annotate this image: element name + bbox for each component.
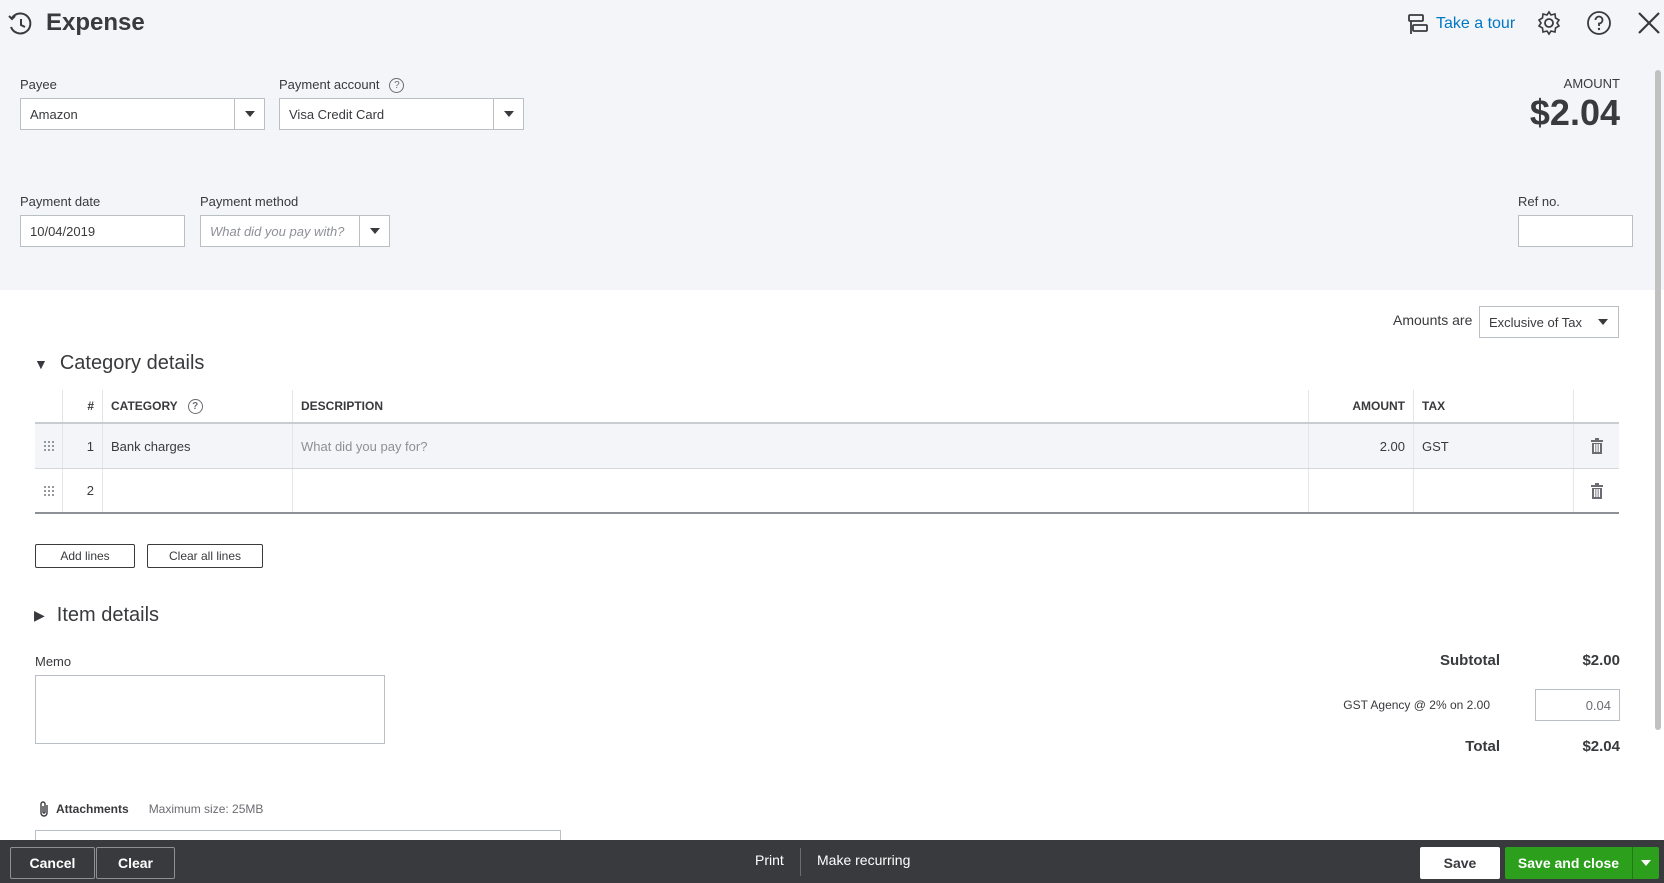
help-icon[interactable] (1586, 10, 1612, 36)
take-a-tour-link[interactable]: Take a tour (1406, 12, 1515, 36)
chevron-down-icon[interactable] (493, 99, 523, 129)
drag-header (35, 390, 63, 422)
category-details-toggle[interactable]: ▼ Category details (34, 352, 204, 375)
row-description[interactable] (293, 469, 1309, 512)
chevron-down-icon[interactable] (359, 216, 389, 246)
row-tax[interactable]: GST (1414, 424, 1574, 468)
col-description-header: DESCRIPTION (293, 390, 1309, 422)
table-header: # CATEGORY? DESCRIPTION AMOUNT TAX (35, 390, 1619, 424)
payment-date-label: Payment date (20, 194, 101, 209)
caret-down-icon: ▼ (34, 355, 48, 372)
tax-amount-field[interactable]: 0.04 (1535, 689, 1620, 721)
row-description[interactable]: What did you pay for? (293, 424, 1309, 468)
col-amount-header: AMOUNT (1309, 390, 1414, 422)
amounts-are-label: Amounts are (1393, 312, 1473, 328)
row-number: 2 (63, 469, 103, 512)
gear-icon[interactable] (1536, 10, 1562, 36)
payment-method-placeholder: What did you pay with? (210, 223, 345, 239)
history-icon (8, 12, 32, 35)
col-delete-header (1574, 390, 1619, 422)
row-category[interactable] (103, 469, 293, 512)
category-details-title: Category details (59, 352, 205, 374)
save-button[interactable]: Save (1420, 847, 1500, 879)
attachments-label: Attachments (56, 802, 129, 816)
footer-divider (800, 848, 801, 876)
attachments-max-size: Maximum size: 25MB (148, 802, 264, 816)
attachment-dropzone[interactable] (35, 830, 561, 840)
col-tax-header: TAX (1414, 390, 1574, 422)
trash-icon[interactable] (1574, 469, 1619, 512)
payment-account-value: Visa Credit Card (289, 106, 385, 122)
help-icon[interactable]: ? (187, 398, 203, 414)
amounts-are-select[interactable]: Exclusive of Tax (1479, 306, 1619, 338)
payment-account-label: Payment account? (279, 77, 405, 94)
row-number: 1 (63, 424, 103, 468)
subtotal-value: $2.00 (1582, 652, 1620, 669)
clear-all-lines-button[interactable]: Clear all lines (147, 544, 263, 568)
make-recurring-link[interactable]: Make recurring (817, 852, 910, 868)
col-num-header: # (63, 390, 103, 422)
row-amount[interactable]: 2.00 (1309, 424, 1414, 468)
col-category-header: CATEGORY? (103, 390, 293, 422)
clear-button[interactable]: Clear (96, 847, 175, 879)
row-tax[interactable] (1414, 469, 1574, 512)
payment-account-label-text: Payment account (279, 77, 380, 92)
row-amount[interactable] (1309, 469, 1414, 512)
payment-method-select[interactable]: What did you pay with? (200, 215, 390, 247)
row-category[interactable]: Bank charges (103, 424, 293, 468)
print-link[interactable]: Print (755, 852, 784, 868)
header-panel: Expense Take a tour Payee Amazon Payment… (0, 0, 1664, 290)
scrollbar[interactable] (1655, 70, 1661, 730)
amount-value: $2.04 (1529, 92, 1620, 133)
footer-bar: Cancel Clear Print Make recurring Save S… (0, 840, 1664, 883)
paperclip-icon (40, 801, 48, 817)
table-row[interactable]: 1 Bank charges What did you pay for? 2.0… (35, 424, 1619, 469)
cancel-button[interactable]: Cancel (10, 847, 95, 879)
caret-right-icon: ▶ (34, 607, 45, 623)
chevron-down-icon[interactable] (234, 99, 264, 129)
payment-method-label: Payment method (200, 194, 299, 209)
drag-handle-icon[interactable] (35, 424, 63, 468)
chevron-down-icon[interactable] (1588, 307, 1618, 337)
total-value: $2.04 (1582, 738, 1620, 755)
item-details-title: Item details (56, 604, 160, 626)
amount-label: AMOUNT (1563, 76, 1620, 91)
item-details-toggle[interactable]: ▶ Item details (34, 604, 159, 627)
attachments-row: Attachments Maximum size: 25MB (38, 800, 263, 818)
ref-no-label: Ref no. (1518, 194, 1560, 209)
tour-icon (1408, 14, 1428, 34)
total-row: Total $2.04 (1465, 738, 1620, 755)
payee-value: Amazon (30, 106, 78, 122)
memo-field[interactable] (35, 675, 385, 744)
payee-label: Payee (20, 77, 57, 92)
add-lines-button[interactable]: Add lines (35, 544, 135, 568)
help-icon[interactable]: ? (389, 78, 405, 94)
chevron-down-icon[interactable] (1633, 847, 1659, 879)
total-label: Total (1465, 738, 1500, 755)
take-a-tour-label: Take a tour (1436, 15, 1516, 32)
payee-select[interactable]: Amazon (20, 98, 265, 130)
memo-label: Memo (35, 654, 72, 669)
subtotal-label: Subtotal (1440, 652, 1500, 669)
tax-label: GST Agency @ 2% on 2.00 (1343, 698, 1490, 712)
save-and-close-button[interactable]: Save and close (1505, 847, 1659, 879)
drag-handle-icon[interactable] (35, 469, 63, 512)
tax-row: GST Agency @ 2% on 2.00 0.04 (1343, 689, 1620, 721)
col-category-label: CATEGORY (111, 399, 178, 413)
amounts-are-value: Exclusive of Tax (1489, 314, 1582, 330)
table-row[interactable]: 2 (35, 469, 1619, 514)
subtotal-row: Subtotal $2.00 (1440, 652, 1620, 669)
payment-account-select[interactable]: Visa Credit Card (279, 98, 524, 130)
close-icon[interactable] (1636, 10, 1662, 36)
trash-icon[interactable] (1574, 424, 1619, 468)
category-table: # CATEGORY? DESCRIPTION AMOUNT TAX 1 Ban… (35, 390, 1619, 514)
ref-no-field[interactable] (1518, 215, 1633, 247)
payment-date-field[interactable]: 10/04/2019 (20, 215, 185, 247)
save-and-close-label[interactable]: Save and close (1505, 847, 1633, 879)
page-title: Expense (46, 9, 145, 36)
